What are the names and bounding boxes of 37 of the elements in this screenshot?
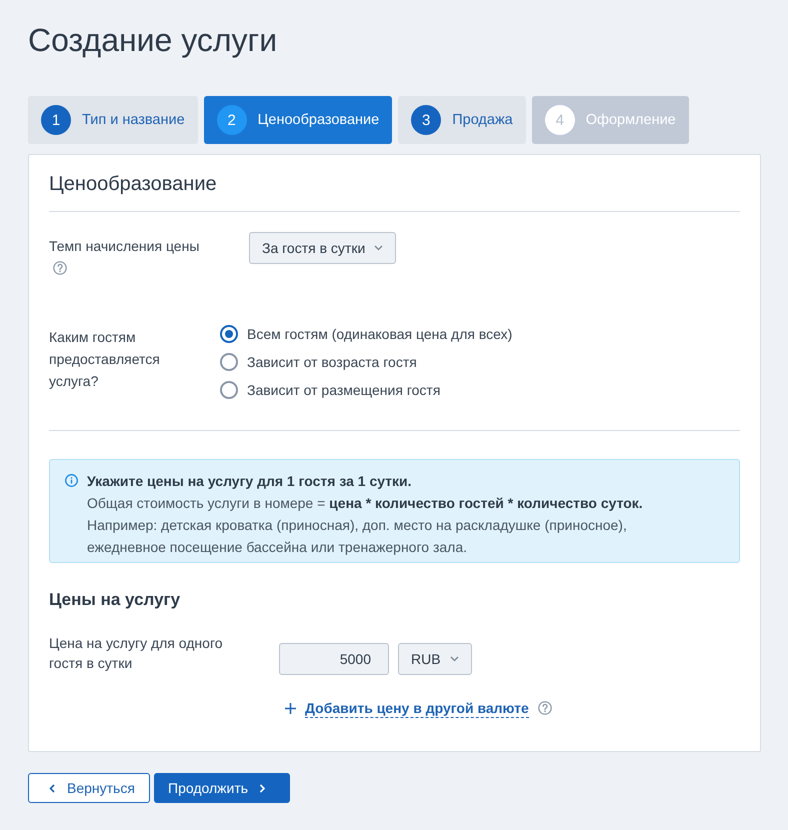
info-text: Общая стоимость услуги в номере = цена * количество гостей * количество суток. — [87, 494, 644, 513]
price-input[interactable]: 5000 — [279, 643, 389, 675]
step-number: 1 — [41, 105, 71, 135]
add-currency-link[interactable]: Добавить цену в другой валюте — [305, 698, 529, 718]
plus-icon[interactable] — [285, 702, 296, 714]
step-number: 2 — [216, 105, 247, 135]
step-number: 4 — [544, 105, 575, 135]
radio-label[interactable]: Зависит от размещения гостя — [247, 382, 440, 398]
radio-button[interactable] — [220, 353, 238, 371]
info-title: Укажите цены на услугу для 1 гостя за 1 сутки. — [87, 472, 413, 491]
radio-button[interactable] — [220, 381, 238, 399]
currency-dropdown[interactable]: RUB — [398, 643, 472, 675]
chevron-left-icon — [49, 784, 56, 792]
field-label: Цена на услугу для одного гостя в сутки — [49, 634, 224, 673]
step-number: 3 — [411, 105, 442, 135]
field-label: Каким гостям предоставляется услуга? — [49, 328, 161, 391]
step-tab[interactable]: 2 Ценообразование — [204, 96, 392, 144]
help-icon[interactable] — [538, 701, 552, 715]
info-text: Например: детская кроватка (приносная), доп. место на раскладушке (приносное), ежедневное посещение бассейна или тренажерного зала. — [87, 516, 628, 557]
chevron-down-icon — [374, 245, 384, 251]
help-icon[interactable] — [53, 261, 67, 275]
step-tab[interactable]: 3 Продажа — [398, 96, 526, 144]
field-label: Темп начисления цены — [49, 237, 200, 256]
step-tab[interactable]: 1 Тип и название — [28, 96, 198, 144]
info-icon — [65, 474, 78, 487]
chevron-right-icon — [259, 784, 266, 792]
chevron-down-icon — [450, 656, 459, 662]
section-title: Ценообразование — [49, 172, 218, 197]
back-button[interactable]: Вернуться — [28, 773, 150, 803]
radio-button[interactable] — [220, 325, 238, 343]
page-title: Создание услуги — [28, 21, 278, 60]
rate-dropdown[interactable]: За гостя в сутки — [249, 232, 396, 264]
radio-label[interactable]: Всем гостям (одинаковая цена для всех) — [247, 326, 512, 342]
section-subtitle: Цены на услугу — [49, 589, 182, 611]
step-tab: 4 Оформление — [532, 96, 689, 144]
radio-label[interactable]: Зависит от возраста гостя — [247, 354, 417, 370]
continue-button[interactable]: Продолжить — [154, 773, 290, 803]
